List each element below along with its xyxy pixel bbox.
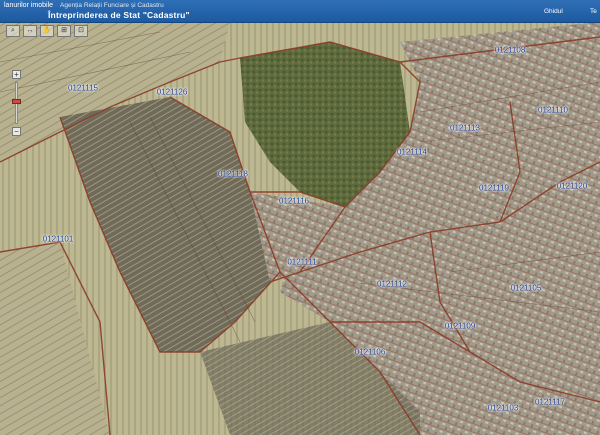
guide-link[interactable]: Ghidul	[544, 8, 563, 15]
parcel-label[interactable]: 0121116	[279, 197, 309, 206]
zoom-box-tool-button[interactable]: ⌕	[6, 25, 20, 37]
parcel-label[interactable]: 0121113	[450, 124, 480, 133]
pan-tool-button[interactable]: ✋	[40, 25, 54, 37]
agency-name: Agenția Relații Funciare și Cadastru	[60, 2, 164, 9]
parcel-label[interactable]: 0121106	[355, 348, 386, 357]
parcel-label[interactable]: 0121110	[538, 106, 568, 115]
parcel-label[interactable]: 0121126	[157, 88, 188, 97]
zoom-in-button[interactable]: +	[12, 70, 21, 79]
parcel-label[interactable]: 0121101	[43, 235, 74, 244]
app-header: lanurilor imobile Agenția Relații Funcia…	[0, 0, 600, 23]
parcel-label[interactable]: 0121111	[287, 258, 316, 267]
map-toolbar: ⌕ ↔ ✋ ⊞ ⊡	[6, 25, 88, 37]
measure-tool-button[interactable]: ↔	[23, 25, 37, 37]
app-title: Întreprinderea de Stat "Cadastru"	[48, 10, 190, 20]
zoom-slider[interactable]: + −	[12, 70, 21, 136]
parcel-label[interactable]: 0121114	[397, 148, 427, 157]
parcel-label[interactable]: 0121120	[557, 182, 588, 191]
parcel-label[interactable]: 0121103	[488, 404, 519, 413]
parcel-label[interactable]: 0121119	[479, 184, 509, 193]
header-link-truncated[interactable]: Te	[590, 8, 597, 15]
zoom-slider-handle[interactable]	[12, 98, 21, 104]
parcel-label[interactable]: 0121117	[535, 398, 565, 407]
full-extent-button[interactable]: ⊞	[57, 25, 71, 37]
parcel-label[interactable]: 0121105	[511, 284, 542, 293]
cadastral-map[interactable]: 0121115 0121126 0121108 0121110 0121113 …	[0, 22, 600, 435]
layers-button[interactable]: ⊡	[74, 25, 88, 37]
zoom-out-button[interactable]: −	[12, 127, 21, 136]
parcel-label[interactable]: 0121108	[495, 46, 526, 55]
header-left-text: lanurilor imobile	[4, 2, 54, 9]
parcel-label[interactable]: 0121112	[377, 280, 407, 289]
parcel-label[interactable]: 0121109	[445, 322, 476, 331]
parcel-label[interactable]: 0121115	[68, 84, 98, 93]
parcel-label[interactable]: 0121118	[218, 170, 248, 179]
